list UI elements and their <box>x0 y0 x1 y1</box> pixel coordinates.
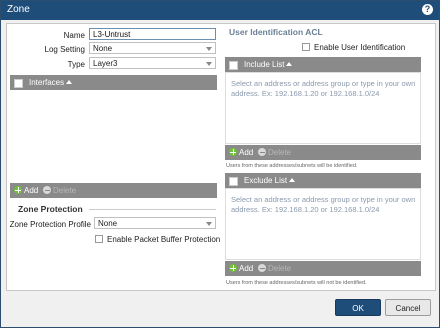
delete-icon <box>258 264 266 272</box>
ok-button[interactable]: OK <box>335 299 381 316</box>
include-list-toolbar: Add Delete <box>225 145 421 160</box>
include-delete-button[interactable]: Delete <box>258 148 291 157</box>
dialog-titlebar: Zone ? <box>1 1 439 20</box>
interfaces-column-header[interactable]: Interfaces <box>29 78 73 87</box>
interfaces-add-button[interactable]: Add <box>14 186 38 195</box>
sort-asc-icon <box>66 80 73 84</box>
exclude-list-body[interactable]: Select an address or address group or ty… <box>225 188 421 260</box>
help-icon[interactable]: ? <box>422 4 433 15</box>
log-setting-label: Log Setting <box>44 45 85 54</box>
zone-protection-title: Zone Protection <box>18 204 83 214</box>
include-list-note: Users from these addresses/subnets will … <box>226 163 358 169</box>
include-select-all-checkbox[interactable] <box>229 61 238 70</box>
name-label: Name <box>63 31 85 40</box>
chevron-down-icon <box>203 58 215 68</box>
select-all-checkbox[interactable] <box>14 79 23 88</box>
exclude-list-note: Users from these addresses/subnets will … <box>226 280 367 286</box>
zone-protection-profile-select[interactable]: None <box>94 217 216 229</box>
name-input[interactable]: L3-Untrust <box>89 28 216 40</box>
section-divider <box>89 209 216 210</box>
exclude-delete-button[interactable]: Delete <box>258 264 291 273</box>
include-list-body[interactable]: Select an address or address group or ty… <box>225 72 421 144</box>
packet-buffer-label: Enable Packet Buffer Protection <box>107 235 221 244</box>
include-add-button[interactable]: Add <box>229 148 253 157</box>
exclude-list-column-header[interactable]: Exclude List <box>244 176 296 185</box>
interfaces-toolbar: Add Delete <box>10 183 217 198</box>
delete-icon <box>43 186 51 194</box>
sort-asc-icon <box>286 62 293 66</box>
chevron-down-icon <box>203 43 215 53</box>
enable-user-id-checkbox[interactable] <box>302 43 310 51</box>
zone-protection-profile-label: Zone Protection Profile <box>9 220 91 229</box>
chevron-down-icon <box>203 218 215 228</box>
zone-dialog: Zone ? Name L3-Untrust Log Setting None … <box>0 0 440 328</box>
interfaces-grid-header: Interfaces <box>10 75 217 90</box>
cancel-button[interactable]: Cancel <box>385 299 431 316</box>
add-icon <box>229 148 237 156</box>
exclude-list-placeholder: Select an address or address group or ty… <box>231 195 416 214</box>
log-setting-value: None <box>93 44 113 53</box>
enable-user-id-label: Enable User Identification <box>314 43 406 52</box>
type-label: Type <box>67 60 85 69</box>
exclude-add-button[interactable]: Add <box>229 264 253 273</box>
packet-buffer-checkbox[interactable] <box>95 235 103 243</box>
log-setting-select[interactable]: None <box>89 42 216 54</box>
exclude-list-header: Exclude List <box>225 173 421 188</box>
dialog-title: Zone <box>7 4 30 15</box>
add-icon <box>229 264 237 272</box>
sort-asc-icon <box>289 178 296 182</box>
user-id-acl-title: User Identification ACL <box>229 27 323 37</box>
type-value: Layer3 <box>93 59 118 68</box>
include-list-header: Include List <box>225 57 421 72</box>
interfaces-delete-button[interactable]: Delete <box>43 186 76 195</box>
include-list-column-header[interactable]: Include List <box>244 60 293 69</box>
interfaces-grid-body <box>10 90 217 182</box>
add-icon <box>14 186 22 194</box>
include-list-placeholder: Select an address or address group or ty… <box>231 79 416 98</box>
exclude-list-toolbar: Add Delete <box>225 261 421 276</box>
delete-icon <box>258 148 266 156</box>
type-select[interactable]: Layer3 <box>89 57 216 69</box>
exclude-select-all-checkbox[interactable] <box>229 177 238 186</box>
zone-protection-profile-value: None <box>98 219 118 228</box>
